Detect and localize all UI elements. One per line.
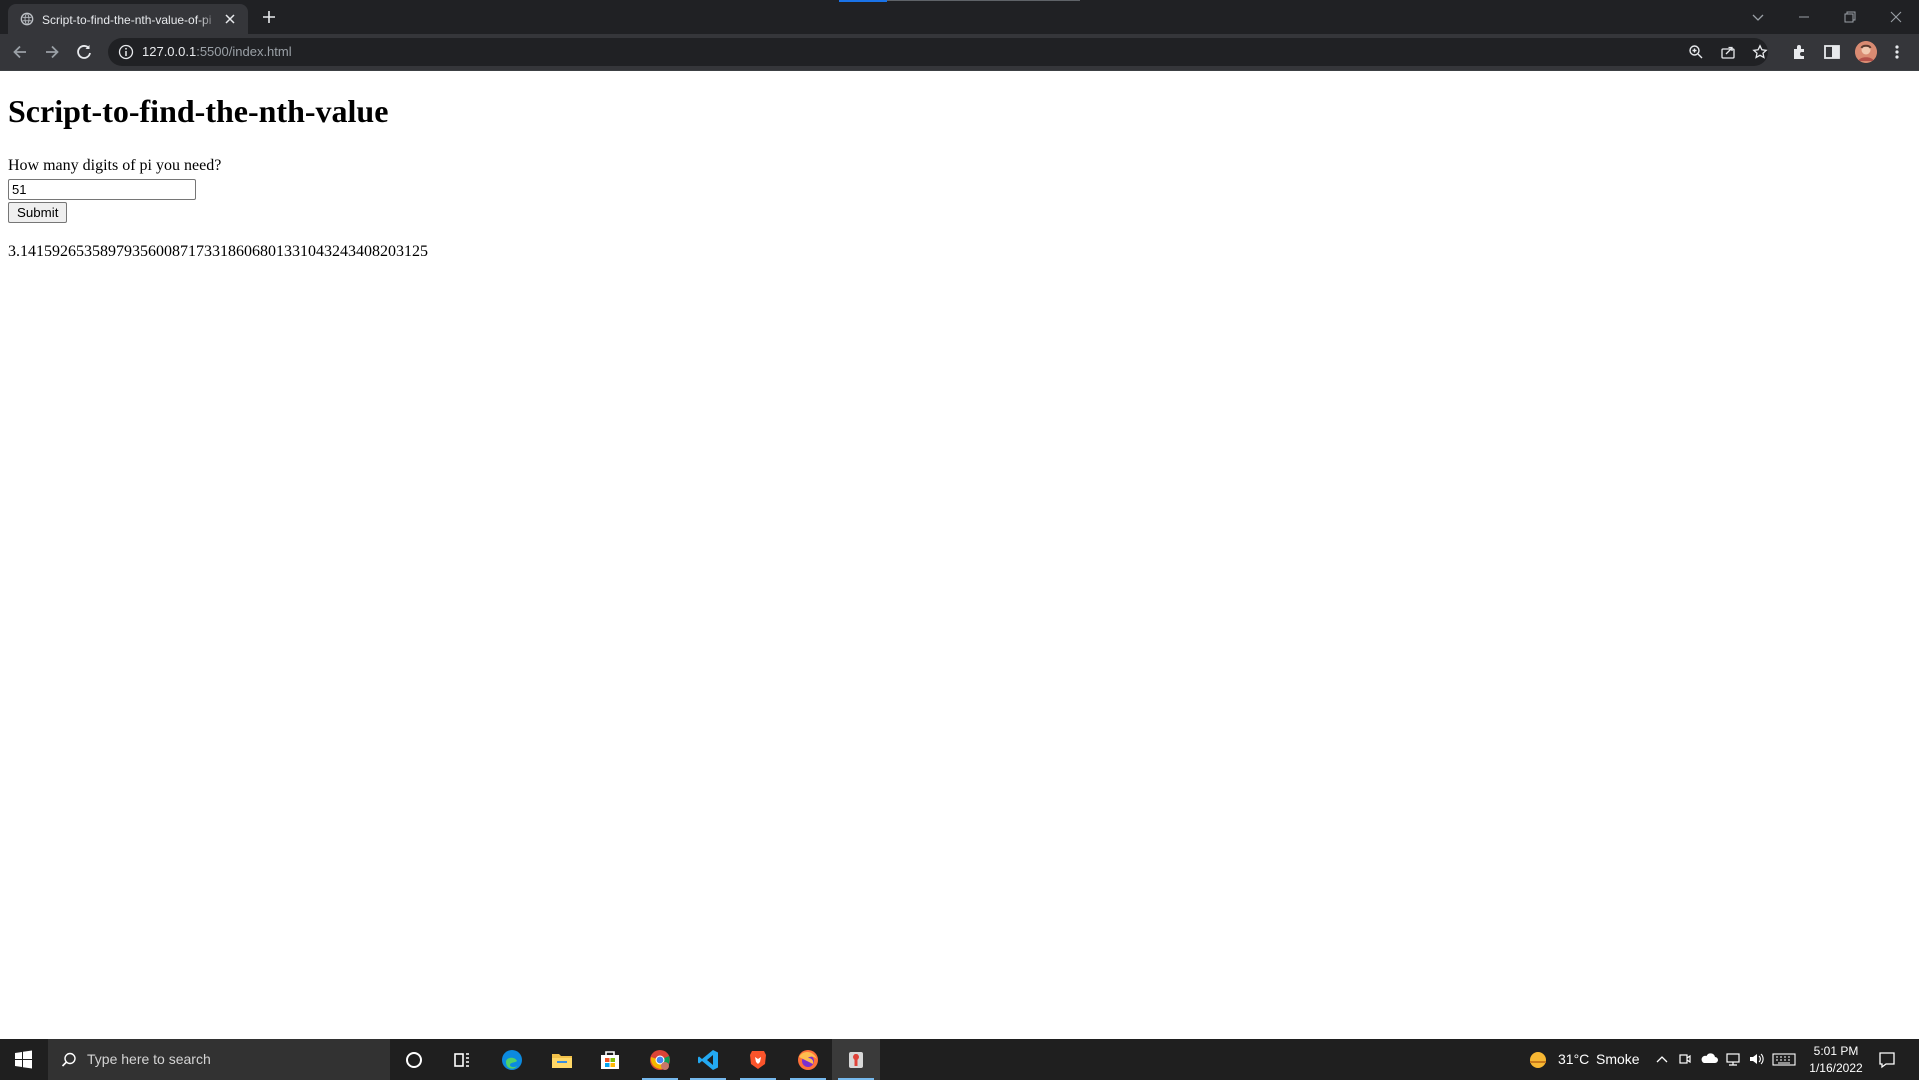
taskbar-brave[interactable] (734, 1039, 782, 1080)
cortana-circle-icon (406, 1052, 422, 1068)
paint-brush-app-icon (849, 1052, 863, 1068)
onedrive-cloud-icon[interactable] (1700, 1051, 1718, 1067)
browser-tab[interactable]: Script-to-find-the-nth-value-of-pi (8, 4, 248, 34)
vscode-icon (698, 1050, 718, 1070)
close-tab-icon[interactable] (222, 11, 238, 27)
start-button[interactable] (0, 1039, 46, 1080)
task-view-icon (454, 1053, 469, 1067)
digits-prompt-label: How many digits of pi you need? (8, 157, 222, 174)
info-icon[interactable] (118, 44, 134, 60)
edge-icon (502, 1050, 522, 1070)
minimize-icon[interactable] (1793, 6, 1815, 28)
network-icon[interactable] (1724, 1051, 1742, 1067)
page-heading: Script-to-find-the-nth-value (8, 93, 389, 129)
taskbar-chrome[interactable] (636, 1039, 684, 1080)
close-window-icon[interactable] (1885, 6, 1907, 28)
zoom-icon[interactable] (1688, 44, 1704, 60)
forward-arrow-icon[interactable] (42, 42, 62, 62)
submit-button[interactable]: Submit (8, 202, 68, 223)
keyboard-icon[interactable] (1772, 1051, 1796, 1067)
volume-icon[interactable] (1748, 1051, 1766, 1067)
url-path: :5500/index.html (196, 44, 292, 59)
taskbar-firefox[interactable] (784, 1039, 832, 1080)
task-view-button[interactable] (438, 1039, 486, 1080)
extensions-puzzle-icon[interactable] (1790, 42, 1810, 62)
taskbar-file-explorer[interactable] (538, 1039, 586, 1080)
chrome-icon (650, 1050, 670, 1070)
browser-toolbar: 127.0.0.1:5500/index.html (0, 34, 1919, 70)
browser-tabstrip: Script-to-find-the-nth-value-of-pi (0, 0, 1919, 34)
digits-input[interactable] (8, 179, 196, 200)
taskbar-search-box[interactable]: Type here to search (48, 1039, 390, 1080)
taskbar-store[interactable] (586, 1039, 634, 1080)
profile-photo-icon (1855, 41, 1877, 63)
restore-icon[interactable] (1839, 6, 1861, 28)
share-icon[interactable] (1720, 44, 1736, 60)
store-bag-icon (601, 1051, 619, 1069)
brave-lion-icon (750, 1051, 766, 1069)
profile-avatar[interactable] (1855, 41, 1877, 63)
firefox-icon (798, 1050, 818, 1070)
windows-taskbar: Type here to search 31°C Smoke 5:01 PM 1… (0, 1039, 1919, 1080)
tab-search-chevron-icon[interactable] (1747, 6, 1769, 28)
url-text: 127.0.0.1:5500/index.html (142, 44, 292, 60)
pi-result-text: 3.14159265358979356008717331860680133104… (8, 243, 428, 260)
reload-icon[interactable] (74, 42, 94, 62)
search-placeholder: Type here to search (87, 1051, 211, 1067)
tab-loading-indicator (839, 0, 887, 2)
back-arrow-icon[interactable] (10, 42, 30, 62)
globe-icon (20, 12, 34, 26)
clock-date[interactable]: 1/16/2022 (1805, 1061, 1867, 1075)
weather-temperature[interactable]: 31°C (1558, 1051, 1589, 1068)
taskbar-vscode[interactable] (684, 1039, 732, 1080)
url-host: 127.0.0.1 (142, 44, 197, 59)
cortana-button[interactable] (390, 1039, 438, 1080)
weather-description[interactable]: Smoke (1596, 1051, 1640, 1068)
tab-loading-track (887, 0, 1080, 1)
weather-sun-icon[interactable] (1528, 1050, 1548, 1070)
side-panel-icon[interactable] (1822, 42, 1842, 62)
more-menu-icon[interactable] (1887, 42, 1907, 62)
clock-time[interactable]: 5:01 PM (1813, 1044, 1859, 1058)
new-tab-icon[interactable] (260, 8, 278, 26)
windows-logo-icon (15, 1050, 32, 1069)
taskbar-active-app[interactable] (832, 1039, 880, 1080)
web-page: Script-to-find-the-nth-value How many di… (0, 71, 1919, 1039)
search-icon (61, 1052, 76, 1067)
chevron-up-icon[interactable] (1654, 1052, 1670, 1068)
folder-icon (552, 1054, 572, 1068)
tab-title: Script-to-find-the-nth-value-of-pi (42, 12, 220, 28)
taskbar-edge[interactable] (488, 1039, 536, 1080)
bookmark-star-icon[interactable] (1752, 44, 1768, 60)
notifications-icon[interactable] (1877, 1050, 1897, 1070)
meet-now-icon[interactable] (1677, 1051, 1693, 1067)
address-bar[interactable]: 127.0.0.1:5500/index.html (108, 38, 1768, 66)
